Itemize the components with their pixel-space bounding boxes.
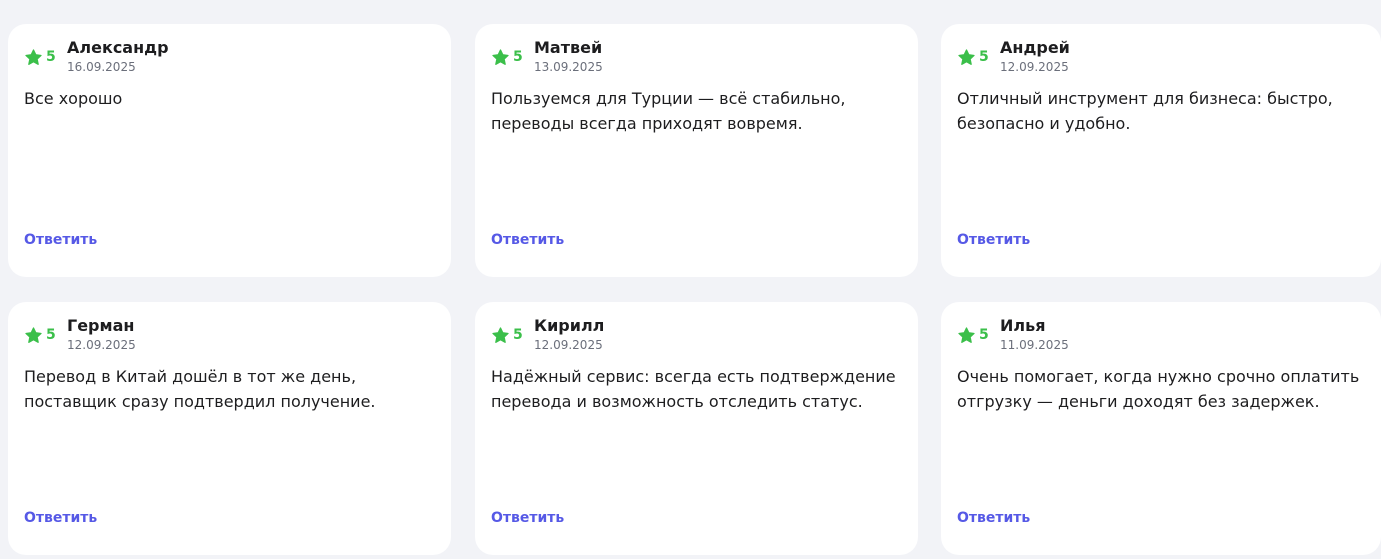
reply-link[interactable]: Ответить [957,509,1030,527]
rating-value: 5 [513,327,523,343]
review-author: Илья [1000,316,1046,335]
review-card: 5 Александр 16.09.2025 Все хорошо Ответи… [8,24,451,277]
rating-value: 5 [513,49,523,65]
review-date: 12.09.2025 [1000,60,1069,74]
rating-value: 5 [979,49,989,65]
review-card: 5 Андрей 12.09.2025 Отличный инструмент … [941,24,1381,277]
review-text: Очень помогает, когда нужно срочно оплат… [957,367,1360,411]
reply-link[interactable]: Ответить [491,231,564,249]
review-text: Надёжный сервис: всегда есть подтвержден… [491,367,896,411]
star-icon [958,48,975,65]
review-author: Александр [67,38,169,57]
review-date: 16.09.2025 [67,60,136,74]
review-text: Отличный инструмент для бизнеса: быстро,… [957,89,1333,133]
review-author: Герман [67,316,135,335]
review-card: 5 Матвей 13.09.2025 Пользуемся для Турци… [475,24,918,277]
review-author: Матвей [534,38,603,57]
review-text: Пользуемся для Турции — всё стабильно, п… [491,89,846,133]
star-icon [25,48,42,65]
review-card: 5 Илья 11.09.2025 Очень помогает, когда … [941,302,1381,555]
review-rating: 5 [24,48,56,66]
star-icon [492,48,509,65]
review-card: 5 Герман 12.09.2025 Перевод в Китай дошё… [8,302,451,555]
rating-value: 5 [46,49,56,65]
reply-link[interactable]: Ответить [24,509,97,527]
review-text: Перевод в Китай дошёл в тот же день, пос… [24,367,376,411]
review-date: 11.09.2025 [1000,338,1069,352]
reply-link[interactable]: Ответить [24,231,97,249]
review-text: Все хорошо [24,89,123,108]
reply-link[interactable]: Ответить [957,231,1030,249]
review-date: 13.09.2025 [534,60,603,74]
star-icon [958,326,975,343]
review-rating: 5 [957,326,989,344]
review-rating: 5 [491,326,523,344]
review-author: Андрей [1000,38,1070,57]
review-date: 12.09.2025 [534,338,603,352]
rating-value: 5 [46,327,56,343]
reviews-grid: 5 Александр 16.09.2025 Все хорошо Ответи… [0,0,1381,559]
review-card: 5 Кирилл 12.09.2025 Надёжный сервис: все… [475,302,918,555]
review-date: 12.09.2025 [67,338,136,352]
star-icon [25,326,42,343]
review-rating: 5 [491,48,523,66]
star-icon [492,326,509,343]
review-rating: 5 [24,326,56,344]
reply-link[interactable]: Ответить [491,509,564,527]
review-rating: 5 [957,48,989,66]
rating-value: 5 [979,327,989,343]
review-author: Кирилл [534,316,605,335]
